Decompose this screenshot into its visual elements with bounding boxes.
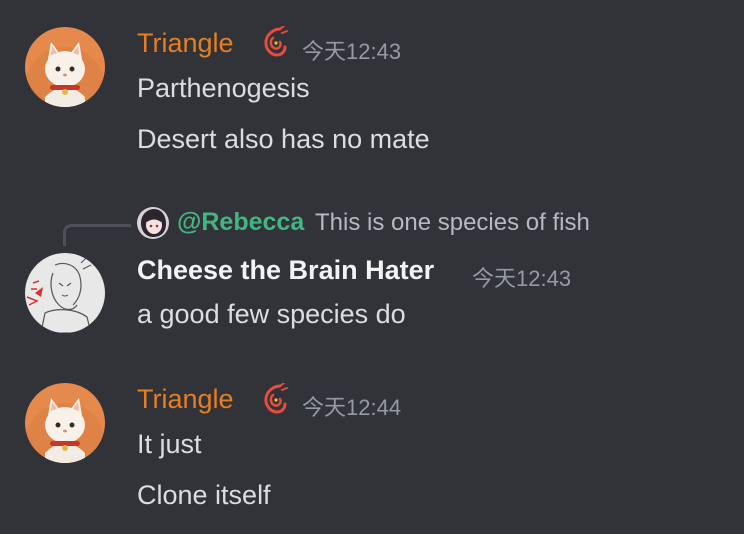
message-text: Desert also has no mate xyxy=(137,124,430,154)
author-name[interactable]: Cheese the Brain Hater xyxy=(137,255,434,286)
reply-preview-text[interactable]: This is one species of fish xyxy=(315,209,590,237)
reply-author-avatar[interactable] xyxy=(137,207,169,239)
cat-avatar[interactable] xyxy=(25,27,105,107)
chat-message-list: Triangle 今天12:43 Parthenogesis Desert al… xyxy=(0,0,744,534)
message-timestamp[interactable]: 今天12:44 xyxy=(302,390,401,422)
message-text: a good few species do xyxy=(137,299,406,329)
cat-avatar[interactable] xyxy=(25,383,105,463)
reply-connector xyxy=(63,224,131,246)
message-text: Parthenogesis xyxy=(137,73,310,103)
reply-mention[interactable]: @Rebecca xyxy=(177,208,304,237)
message-text: It just xyxy=(137,429,202,459)
flame-fish-icon[interactable] xyxy=(260,25,288,58)
flame-fish-icon[interactable] xyxy=(260,382,288,415)
message-timestamp[interactable]: 今天12:43 xyxy=(302,34,401,66)
author-name[interactable]: Triangle xyxy=(137,28,234,59)
author-name[interactable]: Triangle xyxy=(137,384,234,415)
message-timestamp[interactable]: 今天12:43 xyxy=(472,261,571,293)
message-text: Clone itself xyxy=(137,480,271,510)
sketch-avatar[interactable] xyxy=(25,253,105,333)
